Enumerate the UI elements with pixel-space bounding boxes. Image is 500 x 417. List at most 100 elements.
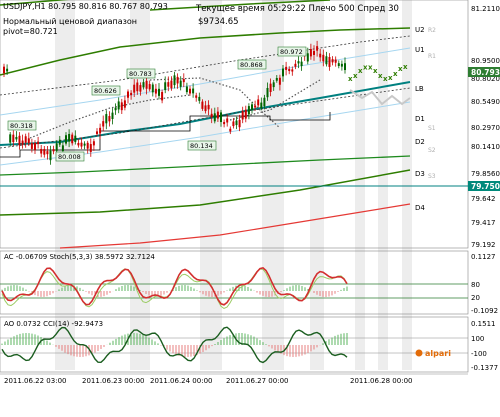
level-u2: U2 [415,26,425,34]
candle-body [167,82,170,87]
session-stripe [130,0,150,370]
candle-body [96,131,98,134]
chart-window[interactable]: xxxxxxxxxxxx 80.318 80.008 80.626 80.783 80.… [0,0,500,413]
candle-body [158,88,160,96]
svg-text:-100: -100 [471,350,487,358]
candle-body [251,104,253,110]
price-tag-label: 80.868 [240,61,263,69]
svg-text:100: 100 [471,335,484,343]
price-axis-label: 79.192 [471,241,496,249]
candle-body [241,111,244,120]
candle-body [185,86,188,93]
candle-body [201,101,204,109]
svg-text:-0.1092: -0.1092 [471,307,498,315]
candle-body [161,91,164,101]
candle-body [92,141,95,146]
candle-body [61,145,64,152]
price-tag-label: 80.318 [10,122,33,130]
time-axis-label: 2011.06.22 03:00 [4,377,66,385]
candle-body [52,149,55,152]
candle-body [142,82,145,88]
cci-line [1,326,348,364]
candle-body [309,48,312,57]
price-axis-label: 80.5490 [471,98,500,106]
svg-text:20: 20 [471,294,480,302]
candle-body [244,109,247,119]
svg-text:80: 80 [471,281,480,289]
candle-body [179,80,182,87]
price-tag-label: 80.972 [280,48,303,56]
candle-body [226,118,229,123]
level-d2: D2 [415,138,425,146]
candle-body [266,87,269,98]
svg-text:S3: S3 [428,173,436,180]
session-stripe [55,0,75,370]
candle-body [192,88,195,94]
svg-text:-0.1377: -0.1377 [471,364,498,372]
candle-body [337,63,340,67]
candle-body [247,106,250,115]
price-axis-label: 80.2970 [471,124,500,132]
svg-text:R2: R2 [428,27,436,34]
brand-label: alpari [425,349,451,358]
level-u1: U1 [415,46,425,54]
candle-body [77,142,80,146]
candle-body [340,63,343,67]
level-price-label: 79.750 [471,182,500,191]
level-d1: D1 [415,115,425,123]
candle-body [278,77,281,85]
ao-title: AO 0.0732 CCI(14) -92.9473 [4,320,103,328]
candle-body [319,53,322,58]
forecast-marker: x [403,63,408,71]
candle-body [300,61,303,67]
time-axis: 2011.06.22 03:00 2011.06.23 00:00 2011.0… [4,377,412,385]
candle-body [294,63,297,67]
price-tag-label: 80.008 [58,153,81,161]
candle-body [30,143,33,149]
time-axis-label: 2011.06.23 00:00 [82,377,144,385]
account-balance: $9734.65 [198,17,239,27]
candle-body [232,121,235,127]
candle-body [297,61,300,64]
candle-body [182,78,185,83]
chart-canvas[interactable]: x xx x x xx x xxx x 80.31880.00880.62680.78380.… [0,0,500,413]
candle-body [49,150,52,161]
candle-body [223,122,226,125]
svg-text:0.1127: 0.1127 [471,253,496,261]
price-tag-label: 80.783 [129,70,152,78]
candle-body [9,134,12,143]
candle-body [210,113,213,118]
price-axis-label: 79.642 [471,195,496,203]
session-shading [55,0,412,370]
ac-axis: 0.1127 80 20 -0.1092 [471,253,498,315]
candle-body [229,128,232,132]
server-time: Текущее время 05:29:22 Плечо 500 Спред 3… [196,4,399,14]
candle-body [117,101,120,110]
candle-body [344,63,346,71]
price-tag-label: 80.626 [94,87,117,95]
candle-body [89,144,92,152]
candle-body [254,105,257,108]
price-axis-label: 79.8560 [471,170,500,178]
candle-body [46,151,49,155]
candle-body [195,95,198,98]
candle-body [220,112,222,123]
candle-body [71,134,74,144]
price-axis: 81.2110 80.9500 80.8020 80.5490 80.2970 … [471,5,500,249]
candle-body [68,133,71,142]
candle-body [282,68,284,77]
candle-body [80,142,83,147]
candle-body [139,85,142,92]
candle-body [55,143,58,151]
candle-body [207,104,210,110]
candle-body [105,114,108,124]
candle-body [269,83,272,92]
session-stripe [200,0,222,370]
price-tag-label: 80.134 [190,142,213,150]
candle-body [130,92,133,96]
stoch-signal-line [1,268,348,310]
candle-body [148,84,151,90]
candle-body [12,134,15,143]
candle-body [189,88,191,94]
candle-body [99,127,102,134]
